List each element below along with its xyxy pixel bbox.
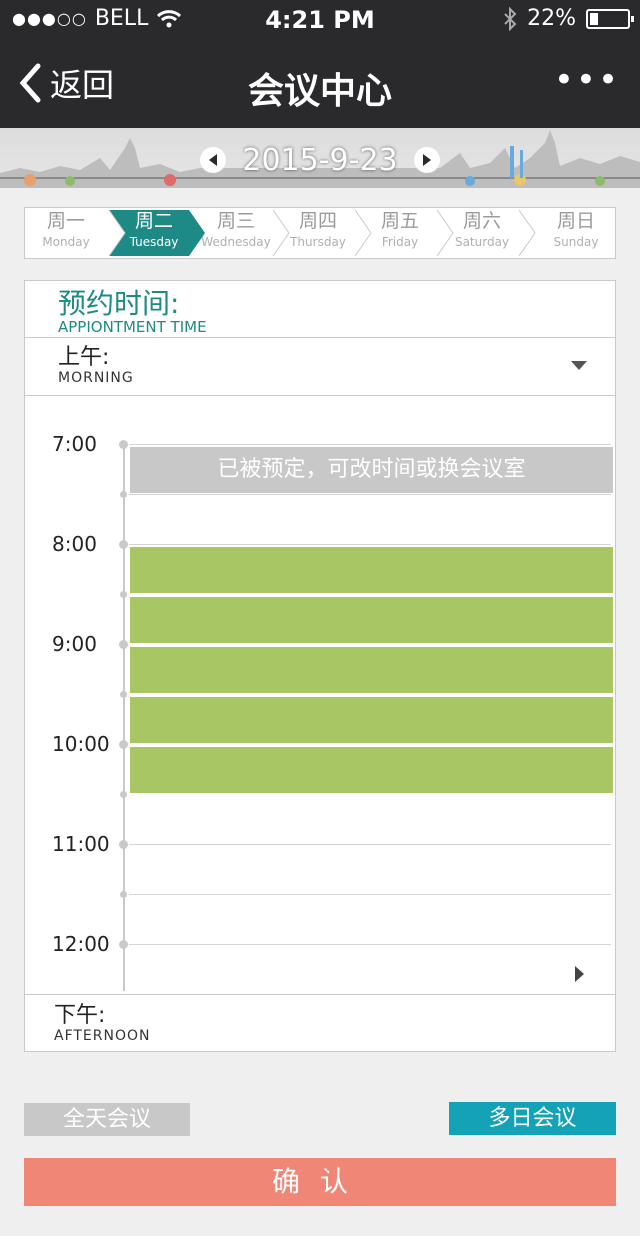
divider [25,994,615,995]
day-tab-monday[interactable]: 周一 Monday [25,210,107,249]
morning-section-label: 上午: MORNING [58,345,134,387]
selected-slot-10-00[interactable] [130,747,613,793]
day-en-label: Saturday [454,235,510,249]
hour-label: 7:00 [52,432,97,456]
status-right: 22% [503,6,634,31]
day-cn-label: 周日 [556,210,595,232]
timeline-dot [119,940,128,949]
time-gridline [129,494,611,495]
confirm-button[interactable]: 确认 [24,1158,616,1206]
timeline-axis [123,441,125,991]
back-button[interactable]: 返回 [18,60,114,106]
day-en-label: Tuesday [129,235,179,249]
date-selector: 2015-9-23 [200,140,440,180]
status-bar: ●●●○○ BELL 4:21 PM 22% [0,0,640,40]
day-tab-friday[interactable]: 周五 Friday [359,210,441,249]
timeline-dot [120,591,127,598]
timeline-dot [120,891,127,898]
hour-label: 11:00 [52,832,110,856]
hour-label: 9:00 [52,632,97,656]
back-label: 返回 [50,66,115,104]
day-cn-label: 周一 [46,210,85,232]
navigation-bar: 返回 会议中心 ••• [0,40,640,128]
time-gridline [129,544,611,545]
afternoon-section-label[interactable]: 下午: AFTERNOON [54,1003,151,1045]
appointment-title: 预约时间: APPIONTMENT TIME [58,287,207,336]
triangle-right-icon [422,154,431,166]
timeline-dot [119,640,128,649]
battery-fill [590,12,598,25]
morning-cn: 上午: [58,345,110,370]
day-tab-sunday[interactable]: 周日 Sunday [535,210,617,249]
selected-slot-8-30[interactable] [130,597,613,643]
time-schedule: 7:00 8:00 9:00 10:00 11:00 12:00 已被预定，可改… [25,396,615,994]
triangle-left-icon [209,154,217,166]
timeline-dot [119,540,128,549]
prev-date-button[interactable] [200,147,226,173]
divider [25,337,615,338]
hour-label: 10:00 [52,732,110,756]
battery-percent: 22% [527,6,576,31]
time-gridline [129,944,611,945]
triangle-right-icon[interactable] [575,966,584,982]
afternoon-en: AFTERNOON [54,1028,151,1044]
bluetooth-icon [504,6,517,31]
day-en-label: Monday [42,235,90,249]
selected-slot-9-00[interactable] [130,647,613,693]
day-cn-label: 周五 [380,210,419,232]
afternoon-cn: 下午: [54,1003,106,1028]
hour-label: 8:00 [52,532,97,556]
day-en-label: Thursday [290,235,346,249]
time-gridline [129,444,611,445]
appointment-title-cn: 预约时间: [58,287,180,320]
day-tab-wednesday[interactable]: 周三 Wednesday [195,210,277,249]
morning-en: MORNING [58,370,134,386]
time-gridline [129,844,611,845]
booked-slot-7-00[interactable]: 已被预定，可改时间或换会议室 [130,447,613,493]
day-cn-label: 周二 [134,210,173,232]
battery-icon [586,8,634,29]
timeline-dot [119,840,128,849]
all-day-meeting-button[interactable]: 全天会议 [24,1103,190,1136]
date-banner: 2015-9-23 [0,128,640,188]
chevron-left-icon [19,63,41,103]
timeline-dot [120,491,127,498]
selected-slot-9-30[interactable] [130,697,613,743]
week-selector: 周一 Monday 周二 Tuesday 周三 Wednesday 周四 Thursda… [24,207,616,259]
more-options-button[interactable]: ••• [554,63,620,97]
day-en-label: Friday [381,235,419,249]
morning-dropdown-icon[interactable] [571,361,587,370]
hour-label: 12:00 [52,932,110,956]
appointment-title-en: APPIONTMENT TIME [58,318,207,336]
timeline-dot [119,440,128,449]
timeline-dot [120,691,127,698]
multi-day-meeting-button[interactable]: 多日会议 [449,1102,616,1135]
day-cn-label: 周四 [298,210,337,232]
appointment-panel: 预约时间: APPIONTMENT TIME 上午: MORNING 7:00 … [24,280,616,1052]
day-tab-thursday[interactable]: 周四 Thursday [277,210,359,249]
day-cn-label: 周六 [462,210,501,232]
day-en-label: Wednesday [201,235,271,249]
day-en-label: Sunday [553,235,599,249]
timeline-dot [120,791,127,798]
current-date: 2015-9-23 [242,142,398,178]
next-date-button[interactable] [413,147,440,173]
day-tab-tuesday[interactable]: 周二 Tuesday [113,210,195,249]
day-tab-saturday[interactable]: 周六 Saturday [441,210,523,249]
day-cn-label: 周三 [216,210,255,232]
timeline-dot [119,740,128,749]
selected-slot-8-00[interactable] [130,547,613,593]
time-gridline [129,894,611,895]
